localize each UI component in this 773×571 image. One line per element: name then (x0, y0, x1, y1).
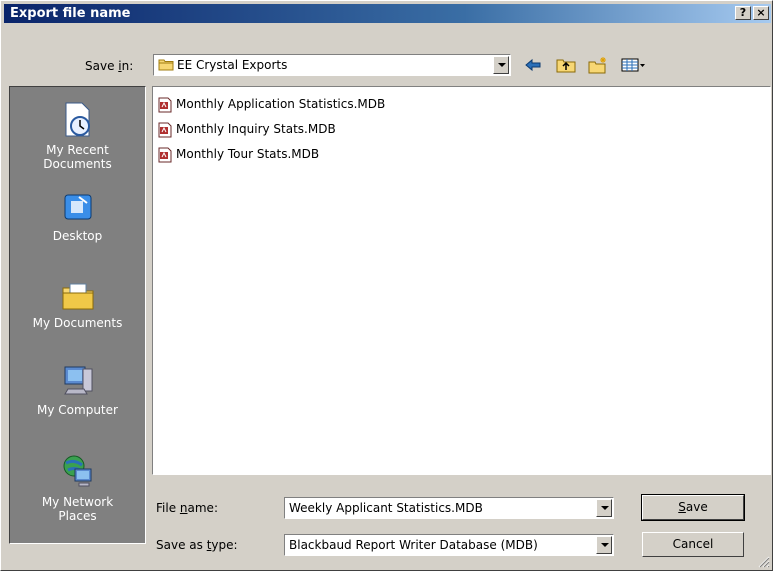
desktop-icon (64, 194, 91, 220)
save-in-label-prefix: Save (85, 59, 119, 73)
folder-icon (158, 59, 174, 71)
save-in-combo[interactable]: EE Crystal Exports (153, 54, 511, 76)
file-name-dropdown-arrow[interactable] (596, 499, 612, 517)
title-bar[interactable]: Export file name ? × (4, 4, 771, 23)
file-name-label: File name: (156, 501, 218, 515)
up-folder-icon[interactable] (555, 55, 577, 75)
file-name-value: Weekly Applicant Statistics.MDB (289, 501, 483, 515)
view-menu-icon[interactable] (619, 55, 647, 75)
file-name: Monthly Tour Stats.MDB (176, 147, 320, 161)
places-bar: My Recent Documents Desktop My Documents (9, 86, 146, 544)
resize-grip-icon[interactable] (758, 556, 770, 568)
my-computer-icon (63, 366, 92, 395)
export-dialog: Export file name ? × Save in: EE Crystal… (0, 0, 773, 571)
save-button[interactable]: Save (641, 494, 745, 521)
access-database-icon (158, 147, 172, 162)
place-my-recent-documents[interactable]: My Recent Documents (10, 101, 145, 171)
place-my-computer[interactable]: My Computer (10, 363, 145, 417)
place-label-my-documents: My Documents (32, 316, 123, 330)
save-in-dropdown-arrow[interactable] (493, 56, 509, 74)
place-label-recent: My Recent Documents (43, 143, 112, 171)
access-database-icon (158, 97, 172, 112)
close-button[interactable]: × (753, 6, 769, 20)
access-database-icon (158, 122, 172, 137)
save-as-type-value: Blackbaud Report Writer Database (MDB) (289, 538, 538, 552)
save-button-label: ave (685, 500, 708, 514)
save-in-label: Save in: (85, 59, 133, 73)
place-label-desktop: Desktop (52, 229, 103, 243)
recent-documents-icon (65, 102, 90, 137)
file-name-label-prefix: File (156, 501, 180, 515)
list-item[interactable]: Monthly Inquiry Stats.MDB (157, 120, 336, 138)
save-button-hotkey: S (678, 500, 686, 514)
save-in-value-wrap: EE Crystal Exports (158, 57, 287, 73)
file-name: Monthly Inquiry Stats.MDB (176, 122, 336, 136)
place-label-my-computer: My Computer (37, 403, 118, 417)
list-item[interactable]: Monthly Tour Stats.MDB (157, 145, 319, 163)
save-as-type-dropdown-arrow[interactable] (596, 536, 612, 554)
file-name-label-suffix: ame: (187, 501, 218, 515)
my-documents-icon (62, 283, 93, 310)
file-list[interactable]: Monthly Application Statistics.MDB Month… (152, 86, 771, 475)
save-as-type-label-prefix: Save as (156, 538, 207, 552)
help-button[interactable]: ? (735, 6, 751, 20)
dialog-title: Export file name (10, 6, 131, 21)
place-label-network: My Network Places (41, 495, 114, 523)
file-name: Monthly Application Statistics.MDB (176, 97, 386, 111)
back-arrow-icon[interactable] (522, 55, 544, 75)
place-my-network-places[interactable]: My Network Places (10, 453, 145, 523)
save-as-type-label-suffix: ype: (211, 538, 238, 552)
list-item[interactable]: Monthly Application Statistics.MDB (157, 95, 385, 113)
save-as-type-select[interactable]: Blackbaud Report Writer Database (MDB) (284, 534, 614, 556)
file-name-label-hotkey: n (179, 501, 188, 515)
cancel-button[interactable]: Cancel (642, 532, 744, 557)
save-as-type-label: Save as type: (156, 538, 238, 552)
place-my-documents[interactable]: My Documents (10, 278, 145, 330)
file-name-field[interactable]: Weekly Applicant Statistics.MDB (284, 497, 614, 519)
new-folder-icon[interactable] (587, 55, 609, 75)
save-in-label-suffix: n: (121, 59, 134, 73)
save-in-value: EE Crystal Exports (177, 58, 288, 72)
place-desktop[interactable]: Desktop (10, 191, 145, 243)
network-places-icon (63, 455, 91, 487)
